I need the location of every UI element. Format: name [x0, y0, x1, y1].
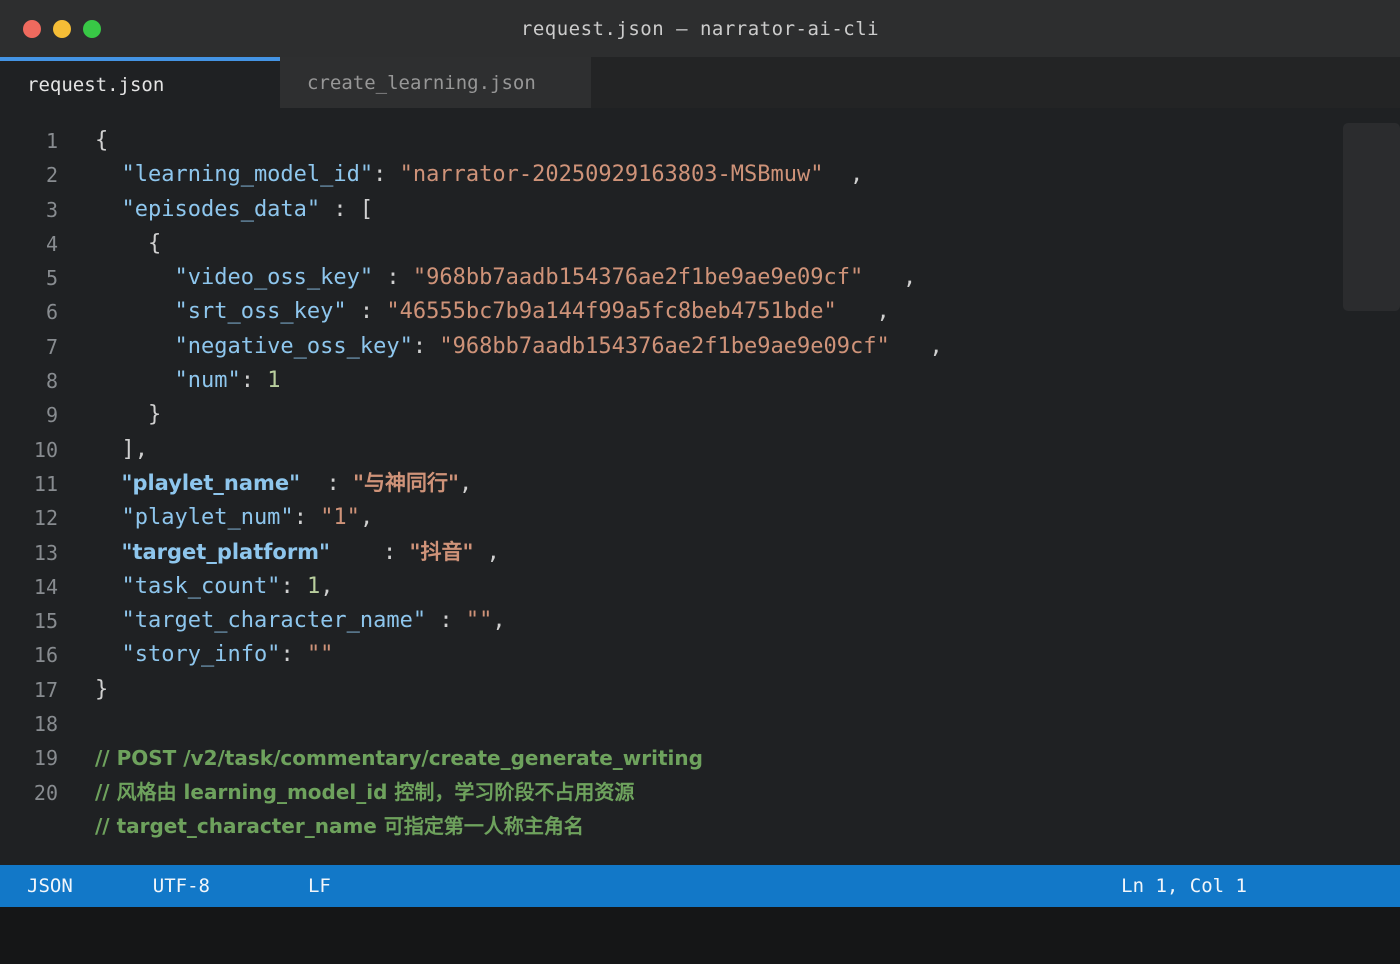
- code-text: ],: [95, 436, 148, 462]
- tab-bar: request.json create_learning.json: [0, 57, 1400, 108]
- code-text: }: [95, 676, 109, 702]
- status-cursor-position[interactable]: Ln 1, Col 1: [1121, 875, 1247, 897]
- zoom-button-icon[interactable]: [83, 19, 101, 38]
- tab-request-json[interactable]: request.json: [0, 57, 280, 108]
- status-encoding[interactable]: UTF-8: [153, 875, 210, 897]
- code-text: {: [95, 230, 162, 256]
- code-line[interactable]: 11 "playlet_name" : "与神同行",: [0, 467, 1400, 501]
- code-text: "target_platform" : "抖音" ,: [121, 540, 500, 566]
- code-text: "story_info": "": [95, 642, 334, 668]
- code-text: "negative_oss_key": "968bb7aadb154376ae2…: [95, 333, 943, 359]
- code-text: }: [95, 402, 162, 428]
- line-number: 11: [33, 471, 58, 496]
- code-line[interactable]: 3 "episodes_data" : [: [0, 193, 1400, 227]
- line-number: 5: [45, 266, 58, 291]
- code-line[interactable]: 5 "video_oss_key" : "968bb7aadb154376ae2…: [0, 261, 1400, 295]
- tab-bar-filler: [591, 57, 1400, 108]
- scrollbar-thumb[interactable]: [1343, 123, 1400, 311]
- line-number: 14: [33, 574, 58, 599]
- line-number: 13: [33, 540, 58, 565]
- line-number: 8: [45, 369, 58, 394]
- status-bar: JSON UTF-8 LF Ln 1, Col 1: [0, 865, 1400, 907]
- code-text: "playlet_name" : "与神同行",: [121, 471, 473, 497]
- code-line[interactable]: // target_character_name 可指定第一人称主角名: [0, 810, 1400, 844]
- code-text: {: [95, 128, 109, 153]
- line-number: 2: [45, 163, 58, 188]
- line-number: 7: [45, 334, 58, 359]
- title-bar: request.json — narrator-ai-cli: [0, 0, 1400, 57]
- code-text: "learning_model_id": "narrator-202509291…: [95, 162, 864, 188]
- code-line[interactable]: 2 "learning_model_id": "narrator-2025092…: [0, 158, 1400, 192]
- line-number: 12: [33, 506, 58, 531]
- code-text: // POST /v2/task/commentary/create_gener…: [95, 745, 703, 770]
- code-text: "task_count": 1,: [95, 573, 334, 599]
- line-number: 16: [33, 643, 58, 668]
- line-number: 19: [33, 746, 58, 771]
- line-number: 3: [45, 197, 58, 222]
- code-text: "num": 1: [95, 368, 281, 394]
- code-text: "episodes_data" : [: [95, 196, 374, 222]
- line-number: 9: [45, 403, 58, 428]
- code-line[interactable]: 15 "target_character_name" : "",: [0, 604, 1400, 638]
- tab-create-learning-json[interactable]: create_learning.json: [280, 57, 591, 108]
- code-line[interactable]: 12 "playlet_num": "1",: [0, 501, 1400, 535]
- code-line[interactable]: 18: [0, 707, 1400, 741]
- tab-label: request.json: [27, 73, 165, 96]
- tab-label: create_learning.json: [307, 71, 536, 94]
- code-line[interactable]: 7 "negative_oss_key": "968bb7aadb154376a…: [0, 330, 1400, 364]
- window-controls: [23, 0, 101, 57]
- line-number: 10: [33, 437, 58, 462]
- editor[interactable]: 1{2 "learning_model_id": "narrator-20250…: [0, 108, 1400, 865]
- code-line[interactable]: 20 // 风格由 learning_model_id 控制，学习阶段不占用资源: [0, 776, 1400, 810]
- code-text: "target_character_name" : "",: [95, 608, 506, 634]
- code-line[interactable]: 1{: [0, 124, 1400, 158]
- code-line[interactable]: 13 "target_platform" : "抖音" ,: [0, 536, 1400, 570]
- code-text: "playlet_num": "1",: [95, 505, 374, 531]
- code-text: "video_oss_key" : "968bb7aadb154376ae2f1…: [95, 265, 917, 291]
- line-number: 20: [33, 780, 58, 805]
- code-text: "srt_oss_key" : "46555bc7b9a144f99a5fc8b…: [95, 299, 890, 325]
- line-number: 15: [33, 609, 58, 634]
- code-line[interactable]: 14 "task_count": 1,: [0, 570, 1400, 604]
- line-number: 18: [33, 712, 58, 737]
- line-number: 4: [45, 231, 58, 256]
- line-number: 1: [45, 129, 58, 153]
- code-text: // 风格由 learning_model_id 控制，学习阶段不占用资源: [95, 780, 635, 805]
- code-line[interactable]: 17}: [0, 673, 1400, 707]
- code-line[interactable]: 16 "story_info": "": [0, 638, 1400, 672]
- code-line[interactable]: 9 }: [0, 398, 1400, 432]
- minimize-button-icon[interactable]: [53, 19, 71, 38]
- status-eol[interactable]: LF: [308, 875, 331, 897]
- line-number: 17: [33, 677, 58, 702]
- code-line[interactable]: 10 ],: [0, 433, 1400, 467]
- code-line[interactable]: 8 "num": 1: [0, 364, 1400, 398]
- line-number: 6: [45, 300, 58, 325]
- status-language[interactable]: JSON: [27, 875, 73, 897]
- code-text: // target_character_name 可指定第一人称主角名: [95, 814, 584, 839]
- code-line[interactable]: 4 {: [0, 227, 1400, 261]
- code-line[interactable]: 6 "srt_oss_key" : "46555bc7b9a144f99a5fc…: [0, 295, 1400, 329]
- code-line[interactable]: 19 // POST /v2/task/commentary/create_gen…: [0, 741, 1400, 775]
- bottom-strip: [0, 907, 1400, 964]
- close-button-icon[interactable]: [23, 19, 41, 38]
- editor-window: request.json — narrator-ai-cli request.j…: [0, 0, 1400, 964]
- window-title: request.json — narrator-ai-cli: [520, 17, 880, 40]
- code-lines: 1{2 "learning_model_id": "narrator-20250…: [0, 108, 1400, 844]
